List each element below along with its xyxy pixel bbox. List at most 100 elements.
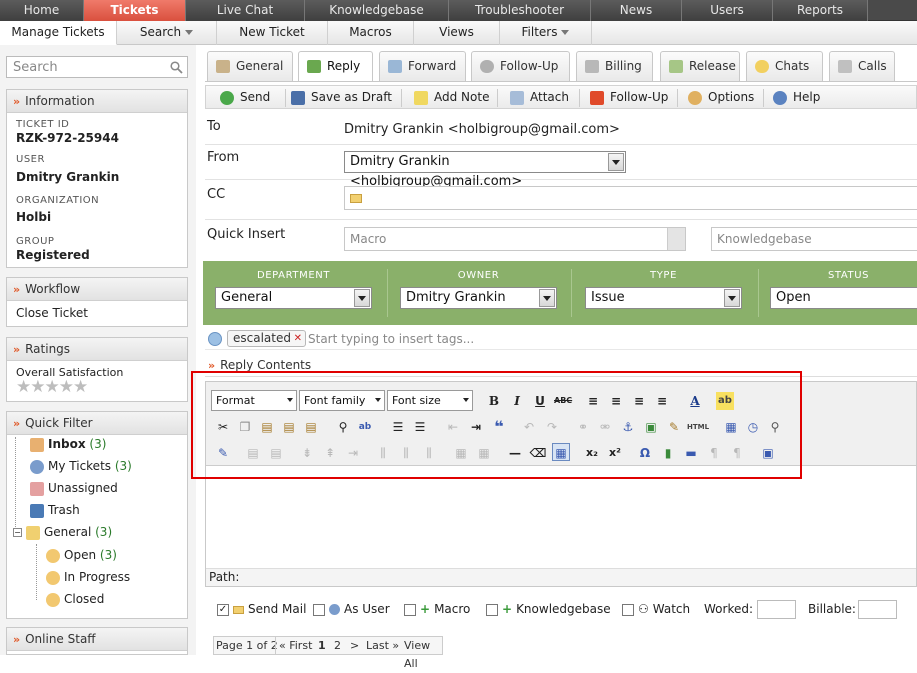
watch-option[interactable]: ⚇ Watch	[622, 602, 690, 616]
nav-troubleshooter[interactable]: Troubleshooter	[449, 0, 591, 21]
filter-in-progress[interactable]: In Progress	[46, 570, 130, 585]
divider	[571, 269, 572, 317]
owner-select[interactable]: Dmitry Grankin	[400, 287, 557, 309]
nav-home[interactable]: Home	[0, 0, 84, 21]
subnav-label: Filters	[521, 25, 558, 39]
tab-chats[interactable]: Chats	[746, 51, 823, 81]
search-icon[interactable]	[170, 61, 183, 74]
tab-label: Follow-Up	[500, 59, 559, 73]
options-button[interactable]: Options	[688, 90, 754, 106]
nav-users[interactable]: Users	[682, 0, 773, 21]
tab-calls[interactable]: Calls	[829, 51, 895, 81]
to-label: To	[207, 119, 221, 134]
close-ticket-link[interactable]: Close Ticket	[16, 306, 88, 320]
dropdown-arrow-icon[interactable]	[724, 289, 740, 307]
star-icon[interactable]: ★	[16, 377, 31, 397]
next-page-link[interactable]: >	[350, 637, 359, 655]
save-draft-button[interactable]: Save as Draft	[291, 90, 392, 106]
as-user-option[interactable]: As User	[313, 602, 390, 616]
filter-count: (3)	[99, 548, 117, 562]
knowledgebase-option[interactable]: + Knowledgebase	[486, 602, 611, 616]
filter-label: Open	[64, 548, 97, 562]
send-button[interactable]: Send	[220, 90, 270, 106]
filter-general[interactable]: − General (3)	[13, 525, 112, 540]
nav-tickets[interactable]: Tickets	[84, 0, 186, 21]
attach-button[interactable]: Attach	[510, 90, 569, 106]
page-1-link[interactable]: 1	[318, 637, 326, 655]
worked-input[interactable]	[757, 600, 796, 619]
status-dot-icon	[46, 570, 60, 585]
type-select[interactable]: Issue	[585, 287, 742, 309]
user-value[interactable]: Dmitry Grankin	[16, 170, 119, 184]
filter-trash[interactable]: Trash	[30, 503, 80, 518]
star-icon[interactable]: ★	[45, 377, 60, 397]
subnav-manage-tickets[interactable]: Manage Tickets	[0, 21, 117, 45]
star-rating[interactable]: ★★★★★	[16, 377, 88, 397]
send-mail-option[interactable]: ✓ Send Mail	[217, 602, 306, 616]
tag-escalated[interactable]: escalated	[227, 330, 306, 347]
from-select[interactable]: Dmitry Grankin <holbigroup@gmail.com>	[344, 151, 626, 189]
chevron-down-icon	[561, 30, 570, 35]
information-panel: » Information TICKET ID RZK-972-25944 USE…	[6, 89, 188, 268]
checkbox[interactable]	[486, 603, 498, 616]
checkbox[interactable]	[313, 603, 325, 616]
search-input[interactable]: Search	[6, 56, 188, 78]
nav-live-chat[interactable]: Live Chat	[186, 0, 305, 21]
checkbox[interactable]	[404, 603, 416, 616]
filter-closed[interactable]: Closed	[46, 592, 104, 607]
collapse-icon[interactable]: −	[13, 528, 22, 537]
status-dot-icon	[46, 548, 60, 563]
page-2-link[interactable]: 2	[334, 637, 341, 655]
star-icon[interactable]: ★	[30, 377, 45, 397]
check-icon	[220, 91, 234, 105]
tab-reply[interactable]: Reply	[298, 51, 373, 82]
filter-inbox[interactable]: Inbox (3)	[30, 437, 106, 452]
macro-option[interactable]: + Macro	[404, 602, 470, 616]
checkbox-checked[interactable]: ✓	[217, 603, 229, 616]
editor-body[interactable]	[206, 467, 916, 567]
department-select[interactable]: General	[215, 287, 372, 309]
view-all-link[interactable]: View All	[404, 637, 442, 673]
chevron-down-icon	[185, 30, 194, 35]
help-button[interactable]: Help	[773, 90, 820, 106]
ratings-panel: » Ratings Overall Satisfaction ★★★★★	[6, 337, 188, 402]
tab-forward[interactable]: Forward	[379, 51, 466, 81]
dropdown-arrow-icon[interactable]	[354, 289, 370, 307]
subnav-search[interactable]: Search	[117, 21, 217, 45]
subnav-new-ticket[interactable]: New Ticket	[217, 21, 328, 45]
status-select[interactable]: Open	[770, 287, 917, 309]
tab-general[interactable]: General	[207, 51, 293, 81]
add-note-button[interactable]: Add Note	[414, 90, 489, 106]
billing-icon	[585, 60, 599, 73]
subnav-views[interactable]: Views	[414, 21, 500, 45]
filter-open[interactable]: Open (3)	[46, 548, 117, 563]
filter-count: (3)	[89, 437, 107, 451]
subnav-filters[interactable]: Filters	[500, 21, 592, 45]
dropdown-arrow-icon[interactable]	[539, 289, 555, 307]
tab-billing[interactable]: Billing	[576, 51, 653, 81]
checkbox[interactable]	[622, 603, 634, 616]
nav-news[interactable]: News	[591, 0, 682, 21]
select-value: Dmitry Grankin	[406, 290, 506, 305]
tab-release[interactable]: Release	[660, 51, 740, 81]
dropdown-arrow-icon[interactable]	[667, 228, 685, 250]
billable-input[interactable]	[858, 600, 897, 619]
filter-unassigned[interactable]: Unassigned	[30, 481, 118, 496]
last-page-link[interactable]: Last »	[366, 637, 399, 655]
cc-input[interactable]	[344, 186, 917, 210]
tag-input[interactable]: Start typing to insert tags...	[308, 332, 474, 346]
macro-input[interactable]: Macro	[344, 227, 686, 251]
filter-my-tickets[interactable]: My Tickets (3)	[30, 459, 132, 474]
tab-follow-up[interactable]: Follow-Up	[471, 51, 570, 81]
star-icon[interactable]: ★	[59, 377, 74, 397]
nav-reports[interactable]: Reports	[773, 0, 868, 21]
nav-knowledgebase[interactable]: Knowledgebase	[305, 0, 449, 21]
knowledgebase-input[interactable]: Knowledgebase	[711, 227, 917, 251]
subnav-macros[interactable]: Macros	[328, 21, 414, 45]
divider	[275, 637, 276, 654]
first-page-link[interactable]: « First	[279, 637, 312, 655]
follow-up-button[interactable]: Follow-Up	[590, 90, 668, 106]
star-icon[interactable]: ★	[73, 377, 88, 397]
dropdown-arrow-icon[interactable]	[608, 153, 624, 171]
organization-value[interactable]: Holbi	[16, 210, 51, 224]
